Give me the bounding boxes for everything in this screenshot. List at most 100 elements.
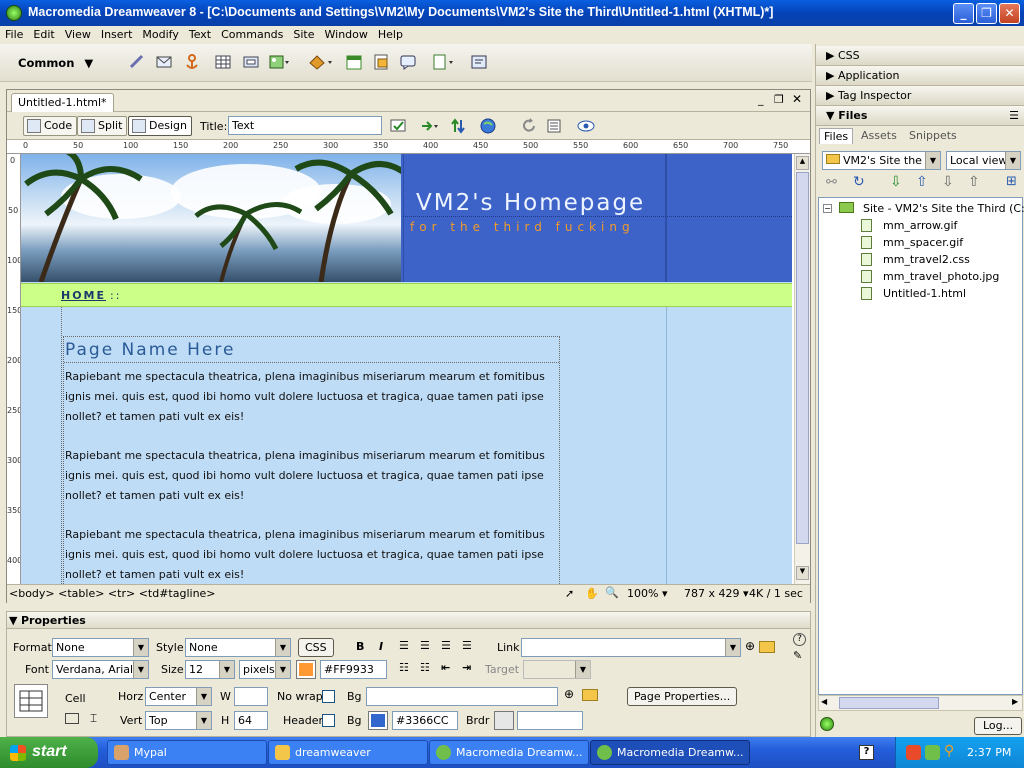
refresh-icon[interactable]: ↻ xyxy=(853,174,865,190)
menu-view[interactable]: View xyxy=(60,26,96,43)
nowrap-checkbox[interactable] xyxy=(322,690,335,703)
scroll-right-arrow[interactable]: ▶ xyxy=(1012,697,1018,706)
width-input[interactable] xyxy=(234,687,268,706)
server-side-include-icon[interactable] xyxy=(372,53,390,71)
minimize-button[interactable]: _ xyxy=(953,3,974,24)
zoom-tool-icon[interactable]: 🔍 xyxy=(605,586,619,599)
connect-icon[interactable]: ⚯ xyxy=(826,175,837,190)
italic-button[interactable]: I xyxy=(379,640,383,653)
text-outdent-icon[interactable]: ⇤ xyxy=(441,661,450,674)
tree-file[interactable]: Untitled-1.html xyxy=(883,287,966,300)
files-horizontal-scrollbar[interactable]: ◀ ▶ xyxy=(818,695,1023,711)
tray-app-icon[interactable] xyxy=(906,745,921,760)
folder-icon[interactable] xyxy=(759,641,775,653)
window-size-select[interactable]: 787 x 429 ▾ xyxy=(684,587,749,600)
table-icon[interactable] xyxy=(214,53,232,71)
scroll-down-arrow[interactable]: ▼ xyxy=(796,566,809,580)
help-icon[interactable]: ? xyxy=(793,633,806,646)
design-vertical-scrollbar[interactable]: ▲ ▼ xyxy=(794,154,810,584)
doc-close-button[interactable]: ✕ xyxy=(792,92,802,106)
panel-options-icon[interactable]: ☰ xyxy=(1009,109,1019,122)
head-tags-icon[interactable] xyxy=(432,53,453,71)
text-indent-icon[interactable]: ⇥ xyxy=(462,661,471,674)
menu-window[interactable]: Window xyxy=(320,26,373,43)
size-select[interactable]: 12 ▼ xyxy=(185,660,235,679)
tray-app-icon[interactable] xyxy=(925,745,940,760)
collapse-icon[interactable]: − xyxy=(823,204,832,213)
scroll-up-arrow[interactable]: ▲ xyxy=(796,156,809,170)
scroll-thumb[interactable] xyxy=(839,697,939,709)
design-view-button[interactable]: Design xyxy=(128,116,192,136)
log-button[interactable]: Log... xyxy=(974,717,1023,735)
format-select[interactable]: None ▼ xyxy=(52,638,149,657)
help-tray-icon[interactable]: ? xyxy=(859,745,874,760)
border-color-input[interactable] xyxy=(517,711,583,730)
dreamweaver-app-icon[interactable] xyxy=(6,5,22,21)
start-button[interactable]: start xyxy=(0,737,98,768)
align-center-icon[interactable]: ☰ xyxy=(420,639,430,652)
template-icon[interactable] xyxy=(470,53,488,71)
put-files-icon[interactable]: ⇧ xyxy=(916,174,928,190)
bg-image-input[interactable] xyxy=(366,687,558,706)
properties-header[interactable]: ▼ Properties xyxy=(7,612,810,629)
tab-assets[interactable]: Assets xyxy=(861,129,897,142)
tab-files[interactable]: Files xyxy=(819,128,854,144)
menu-site[interactable]: Site xyxy=(288,26,319,43)
zoom-select[interactable]: 100% ▾ xyxy=(627,587,667,600)
scroll-thumb[interactable] xyxy=(796,172,809,544)
size-units-select[interactable]: pixels ▼ xyxy=(239,660,291,679)
text-color-swatch[interactable] xyxy=(296,660,316,679)
point-to-file-icon[interactable]: ⊕ xyxy=(745,639,755,653)
search-tray-icon[interactable]: ⚲ xyxy=(944,743,954,759)
text-color-input[interactable]: #FF9933 xyxy=(320,660,387,679)
folder-icon[interactable] xyxy=(582,689,598,701)
named-anchor-icon[interactable] xyxy=(183,53,201,71)
validate-markup-icon[interactable] xyxy=(420,117,438,135)
font-select[interactable]: Verdana, Arial, ▼ xyxy=(52,660,149,679)
view-select[interactable]: Local view ▼ xyxy=(946,151,1021,170)
horz-align-select[interactable]: Center ▼ xyxy=(145,687,212,706)
email-link-icon[interactable] xyxy=(155,53,173,71)
menu-edit[interactable]: Edit xyxy=(28,26,59,43)
visual-aids-icon[interactable] xyxy=(577,117,595,135)
bg-color-input[interactable]: #3366CC xyxy=(392,711,458,730)
view-options-icon[interactable] xyxy=(547,117,565,135)
menu-help[interactable]: Help xyxy=(373,26,408,43)
tree-file[interactable]: mm_travel_photo.jpg xyxy=(883,270,999,283)
scroll-left-arrow[interactable]: ◀ xyxy=(821,697,827,706)
css-button[interactable]: CSS xyxy=(298,638,334,657)
split-view-button[interactable]: Split xyxy=(77,116,128,136)
file-management-icon[interactable] xyxy=(450,117,468,135)
image-icon[interactable] xyxy=(268,53,289,71)
merge-cells-icon[interactable] xyxy=(65,713,79,724)
comment-icon[interactable] xyxy=(399,53,417,71)
check-in-icon[interactable]: ⇧ xyxy=(968,174,980,190)
task-dreamweaver-1[interactable]: Macromedia Dreamw... xyxy=(429,740,589,765)
vert-align-select[interactable]: Top ▼ xyxy=(145,711,212,730)
panel-files[interactable]: ▼ Files ☰ xyxy=(816,106,1024,126)
preview-in-browser-icon[interactable] xyxy=(480,117,498,135)
task-dreamweaver-folder[interactable]: dreamweaver xyxy=(268,740,428,765)
menu-modify[interactable]: Modify xyxy=(137,26,183,43)
media-icon[interactable] xyxy=(308,53,332,71)
doc-minimize-button[interactable]: _ xyxy=(758,93,764,106)
doc-restore-button[interactable]: ❐ xyxy=(774,93,784,106)
code-view-button[interactable]: Code xyxy=(23,116,78,136)
target-select[interactable]: ▼ xyxy=(523,660,591,679)
menu-commands[interactable]: Commands xyxy=(216,26,288,43)
task-mypal[interactable]: Mypal xyxy=(107,740,267,765)
panel-css[interactable]: ▶ CSS xyxy=(816,46,1024,66)
tree-file[interactable]: mm_spacer.gif xyxy=(883,236,963,249)
link-input[interactable]: ▼ xyxy=(521,638,741,657)
align-left-icon[interactable]: ☰ xyxy=(399,639,409,652)
panel-tag-inspector[interactable]: ▶ Tag Inspector xyxy=(816,86,1024,106)
insert-category-select[interactable]: Common ▼ xyxy=(18,56,93,70)
tree-file[interactable]: mm_arrow.gif xyxy=(883,219,957,232)
bold-button[interactable]: B xyxy=(356,640,364,653)
height-input[interactable]: 64 xyxy=(234,711,268,730)
unordered-list-icon[interactable]: ☷ xyxy=(399,661,409,674)
ordered-list-icon[interactable]: ☷ xyxy=(420,661,430,674)
justify-icon[interactable]: ☰ xyxy=(462,639,472,652)
files-tree[interactable]: − Site - VM2's Site the Third (C:\Doc mm… xyxy=(818,197,1024,695)
content-cell[interactable]: Page Name Here Rapiebant me spectacula t… xyxy=(63,336,560,584)
